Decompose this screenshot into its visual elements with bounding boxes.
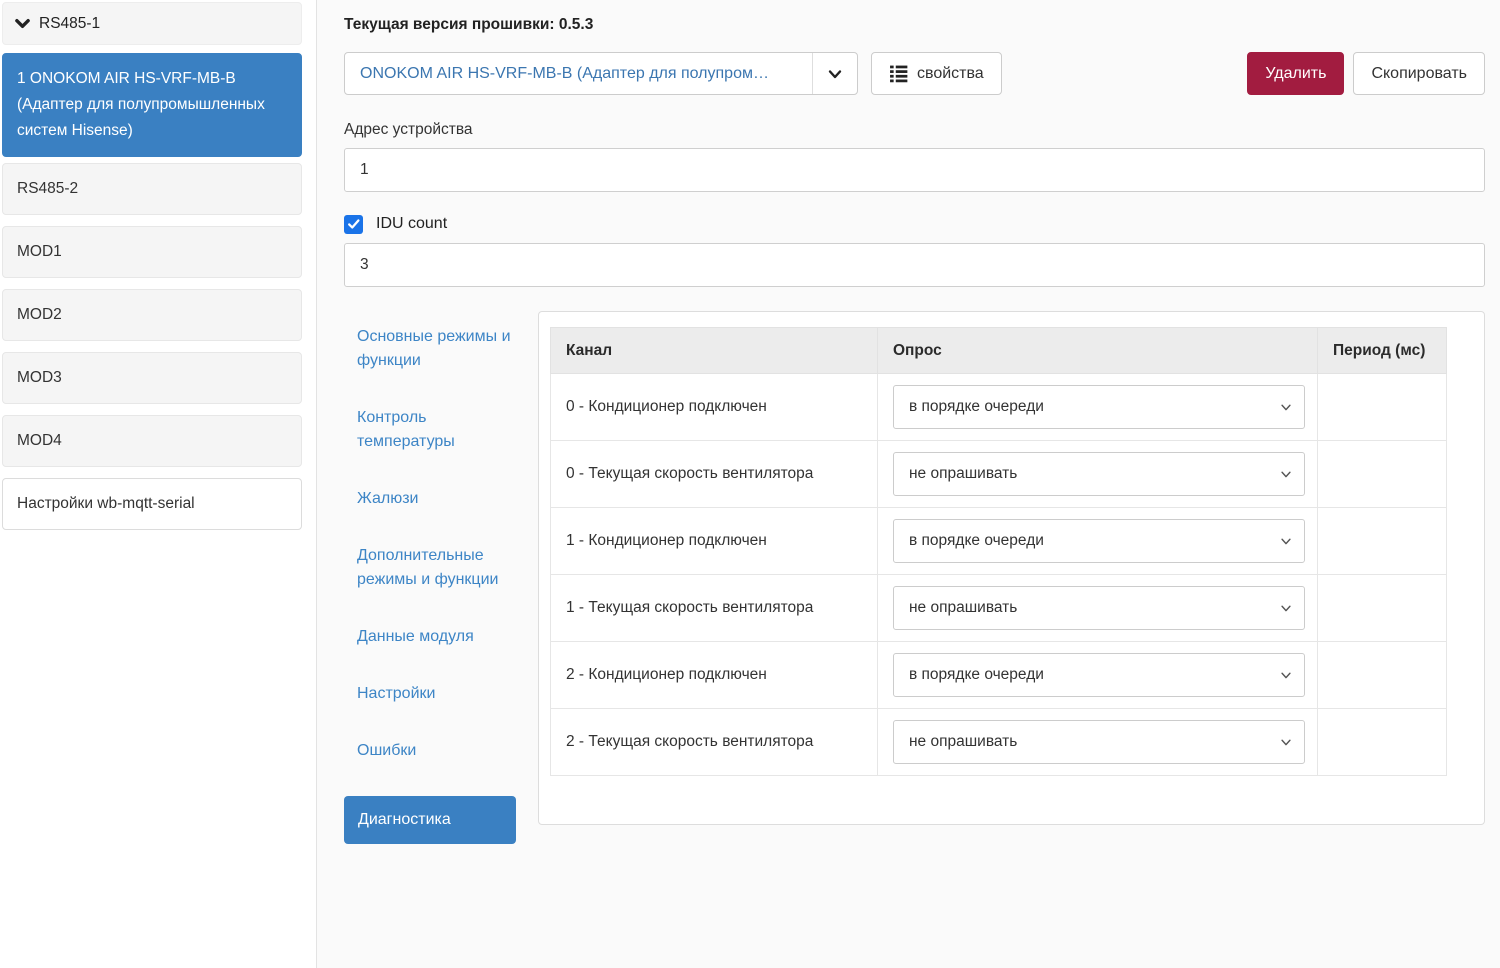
idu-count-label: IDU count: [376, 215, 447, 233]
tab-settings[interactable]: Настройки: [344, 682, 516, 706]
tab-temperature-control[interactable]: Контроль температуры: [344, 406, 516, 454]
channel-label: 1 - Текущая скорость вентилятора: [551, 575, 878, 642]
channel-label: 2 - Кондиционер подключен: [551, 642, 878, 709]
tab-louvers[interactable]: Жалюзи: [344, 487, 516, 511]
chevron-down-icon: [1268, 520, 1304, 562]
device-type-select[interactable]: ONOKOM AIR HS-VRF-MB-B (Адаптер для полу…: [344, 52, 858, 95]
table-row: 2 - Кондиционер подключен в порядке очер…: [551, 642, 1447, 709]
device-toolbar: ONOKOM AIR HS-VRF-MB-B (Адаптер для полу…: [344, 52, 1485, 95]
chevron-down-icon: [1268, 654, 1304, 696]
sidebar-item-mod3[interactable]: MOD3: [2, 352, 302, 404]
column-header-poll: Опрос: [878, 328, 1318, 374]
sidebar-group-label: RS485-1: [39, 15, 100, 33]
poll-select[interactable]: в порядке очереди: [893, 385, 1305, 429]
chevron-down-icon: [1268, 453, 1304, 495]
copy-button[interactable]: Скопировать: [1353, 52, 1485, 95]
column-header-period: Период (мс): [1318, 328, 1447, 374]
chevron-down-icon: [1268, 587, 1304, 629]
device-type-select-value: ONOKOM AIR HS-VRF-MB-B (Адаптер для полу…: [345, 65, 812, 83]
idu-count-row: IDU count: [344, 213, 1485, 235]
period-value: [1318, 374, 1447, 441]
device-sidebar: RS485-1 1 ONOKOM AIR HS-VRF-MB-B (Адапте…: [0, 0, 316, 968]
poll-select[interactable]: не опрашивать: [893, 720, 1305, 764]
table-row: 2 - Текущая скорость вентилятора не опра…: [551, 709, 1447, 776]
properties-button-label: свойства: [917, 65, 984, 83]
poll-select[interactable]: в порядке очереди: [893, 519, 1305, 563]
tab-additional-modes[interactable]: Дополнительные режимы и функции: [344, 544, 516, 592]
channel-label: 0 - Текущая скорость вентилятора: [551, 441, 878, 508]
table-row: 1 - Кондиционер подключен в порядке очер…: [551, 508, 1447, 575]
tab-main-modes[interactable]: Основные режимы и функции: [344, 325, 516, 373]
chevron-down-icon: [1268, 721, 1304, 763]
period-value: [1318, 575, 1447, 642]
tab-diagnostics[interactable]: Диагностика: [344, 796, 516, 844]
idu-count-checkbox[interactable]: [344, 215, 363, 234]
poll-select[interactable]: не опрашивать: [893, 586, 1305, 630]
section-tabs: Основные режимы и функции Контроль темпе…: [344, 311, 516, 844]
address-label: Адрес устройства: [344, 120, 1485, 140]
period-value: [1318, 709, 1447, 776]
period-value: [1318, 441, 1447, 508]
poll-select[interactable]: в порядке очереди: [893, 653, 1305, 697]
firmware-version-label: Текущая версия прошивки: 0.5.3: [344, 14, 1485, 36]
sidebar-item-settings[interactable]: Настройки wb-mqtt-serial: [2, 478, 302, 530]
table-row: 0 - Текущая скорость вентилятора не опра…: [551, 441, 1447, 508]
address-input[interactable]: [344, 148, 1485, 192]
sidebar-item-rs485-2[interactable]: RS485-2: [2, 163, 302, 215]
properties-button[interactable]: свойства: [871, 52, 1002, 95]
idu-count-input[interactable]: [344, 243, 1485, 287]
list-icon: [889, 64, 908, 83]
app-window: RS485-1 1 ONOKOM AIR HS-VRF-MB-B (Адапте…: [0, 0, 1500, 968]
delete-button[interactable]: Удалить: [1247, 52, 1344, 95]
diagnostics-panel: Канал Опрос Период (мс) 0 - Кондиционер …: [538, 311, 1485, 825]
chevron-down-icon: [812, 53, 857, 94]
sidebar-item-mod2[interactable]: MOD2: [2, 289, 302, 341]
period-value: [1318, 508, 1447, 575]
chevron-down-icon: [1268, 386, 1304, 428]
chevron-down-icon: [15, 16, 30, 31]
column-header-channel: Канал: [551, 328, 878, 374]
tab-errors[interactable]: Ошибки: [344, 739, 516, 763]
channel-label: 1 - Кондиционер подключен: [551, 508, 878, 575]
table-row: 0 - Кондиционер подключен в порядке очер…: [551, 374, 1447, 441]
channel-label: 2 - Текущая скорость вентилятора: [551, 709, 878, 776]
sidebar-item-device-1[interactable]: 1 ONOKOM AIR HS-VRF-MB-B (Адаптер для по…: [2, 53, 302, 157]
sidebar-group-rs485-1[interactable]: RS485-1: [2, 2, 302, 45]
table-row: 1 - Текущая скорость вентилятора не опра…: [551, 575, 1447, 642]
channel-label: 0 - Кондиционер подключен: [551, 374, 878, 441]
table-header-row: Канал Опрос Период (мс): [551, 328, 1447, 374]
sidebar-item-mod1[interactable]: MOD1: [2, 226, 302, 278]
lower-section: Основные режимы и функции Контроль темпе…: [344, 311, 1485, 844]
tab-module-data[interactable]: Данные модуля: [344, 625, 516, 649]
sidebar-item-mod4[interactable]: MOD4: [2, 415, 302, 467]
diagnostics-table: Канал Опрос Период (мс) 0 - Кондиционер …: [550, 327, 1447, 776]
period-value: [1318, 642, 1447, 709]
device-config-main: Текущая версия прошивки: 0.5.3 ONOKOM AI…: [316, 0, 1500, 968]
poll-select[interactable]: не опрашивать: [893, 452, 1305, 496]
